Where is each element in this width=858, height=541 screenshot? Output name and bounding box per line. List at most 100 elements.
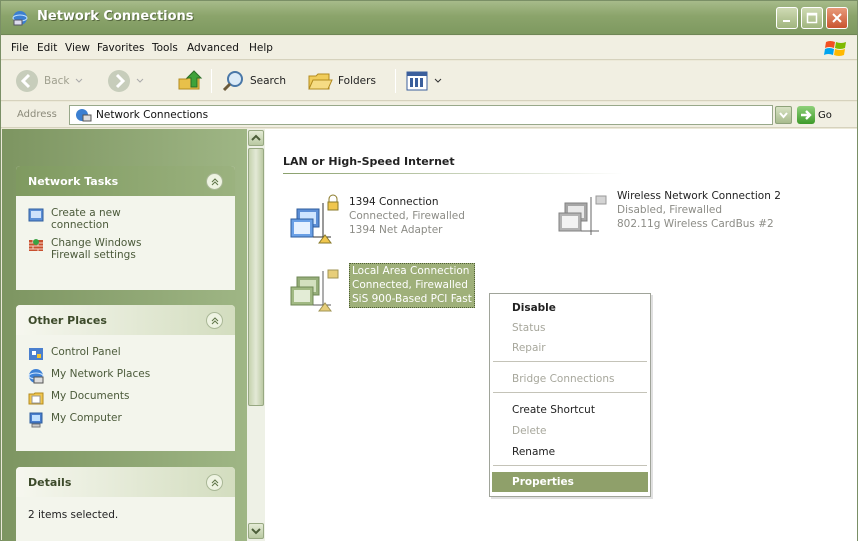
context-item-status[interactable]: Status — [492, 318, 648, 338]
folders-icon — [308, 73, 333, 90]
context-item-create-shortcut[interactable]: Create Shortcut — [492, 400, 648, 420]
firewall-icon — [29, 239, 43, 252]
panel-title: Other Places — [28, 314, 107, 327]
place-my-documents[interactable]: My Documents — [28, 390, 225, 406]
place-control-panel[interactable]: Control Panel — [28, 346, 225, 362]
menu-separator — [493, 465, 647, 466]
details-text: 2 items selected. — [28, 509, 119, 521]
menu-separator — [493, 361, 647, 362]
chevron-up-icon — [211, 317, 219, 325]
address-bar: Address Network Connections Go — [1, 102, 857, 128]
network-connections-window: Network Connections File Edit View Favor… — [0, 0, 858, 541]
windows-logo-icon — [824, 41, 846, 56]
other-places-panel: Other Places Control Panel My Network Pl… — [16, 305, 235, 451]
chevron-down-icon — [136, 78, 144, 83]
other-places-header[interactable]: Other Places — [16, 305, 235, 335]
context-item-delete[interactable]: Delete — [492, 421, 648, 441]
go-arrow-icon — [801, 110, 812, 120]
collapse-button[interactable] — [206, 312, 223, 329]
network-connection-icon — [290, 269, 339, 312]
window-title: Network Connections — [37, 9, 194, 24]
network-tasks-header[interactable]: Network Tasks — [16, 166, 235, 196]
context-item-properties[interactable]: Properties — [492, 472, 648, 492]
address-field[interactable]: Network Connections — [69, 105, 773, 125]
back-button[interactable]: Back — [15, 67, 83, 95]
menu-advanced[interactable]: Advanced — [187, 42, 239, 54]
scroll-thumb[interactable] — [248, 148, 264, 406]
task-create-connection[interactable]: Create a new connection — [28, 207, 225, 231]
maximize-button[interactable] — [801, 7, 823, 29]
context-item-disable[interactable]: Disable — [492, 298, 648, 318]
menu-tools[interactable]: Tools — [152, 42, 178, 54]
forward-button[interactable] — [107, 67, 144, 95]
minimize-button[interactable] — [776, 7, 798, 29]
maximize-icon — [806, 12, 818, 24]
menu-help[interactable]: Help — [249, 42, 273, 54]
my-computer-icon — [29, 412, 43, 428]
context-item-bridge-connections[interactable]: Bridge Connections — [492, 369, 648, 389]
chevron-down-icon — [251, 528, 261, 535]
chevron-up-icon — [211, 479, 219, 487]
forward-arrow-icon — [108, 70, 130, 92]
up-folder-button[interactable] — [177, 67, 203, 95]
new-connection-icon — [28, 208, 44, 222]
chevron-up-icon — [251, 134, 261, 141]
vertical-scrollbar[interactable] — [247, 129, 265, 541]
back-arrow-icon — [16, 70, 38, 92]
chevron-down-icon — [434, 78, 442, 83]
folders-button[interactable]: Folders — [307, 67, 376, 95]
views-icon — [406, 71, 428, 91]
task-change-firewall[interactable]: Change Windows Firewall settings — [28, 237, 225, 261]
chevron-down-icon — [75, 78, 82, 83]
task-label-line1: Change Windows — [51, 237, 142, 250]
scroll-up-button[interactable] — [248, 130, 264, 146]
title-bar[interactable]: Network Connections — [1, 1, 857, 35]
context-menu: Disable Status Repair Bridge Connections… — [489, 293, 651, 497]
chevron-down-icon — [779, 112, 788, 119]
network-tasks-panel: Network Tasks Create a new connection Cha… — [16, 166, 235, 290]
go-button[interactable]: Go — [797, 106, 832, 124]
address-value: Network Connections — [96, 109, 209, 121]
search-label: Search — [250, 75, 287, 87]
details-header[interactable]: Details — [16, 467, 235, 497]
place-my-network-places[interactable]: My Network Places — [28, 368, 225, 384]
place-label: Control Panel — [51, 346, 121, 358]
back-label: Back — [44, 75, 70, 87]
connection-status: Connected, Firewalled — [352, 279, 468, 292]
connection-device: 1394 Net Adapter — [349, 224, 443, 237]
address-dropdown-button[interactable] — [775, 106, 792, 124]
collapse-button[interactable] — [206, 173, 223, 190]
close-button[interactable] — [826, 7, 848, 29]
connection-device: 802.11g Wireless CardBus #2 — [617, 218, 774, 231]
menu-edit[interactable]: Edit — [37, 42, 57, 54]
context-item-repair[interactable]: Repair — [492, 338, 648, 358]
menu-view[interactable]: View — [65, 42, 90, 54]
network-connections-icon — [76, 109, 92, 122]
panel-title: Network Tasks — [28, 175, 119, 188]
place-label: My Computer — [51, 412, 122, 424]
network-connection-icon — [558, 195, 607, 235]
chevron-up-icon — [211, 178, 219, 186]
connection-status: Disabled, Firewalled — [617, 204, 723, 217]
go-label: Go — [818, 109, 832, 121]
folders-label: Folders — [338, 75, 376, 87]
menu-file[interactable]: File — [11, 42, 29, 54]
menu-favorites[interactable]: Favorites — [97, 42, 144, 54]
place-my-computer[interactable]: My Computer — [28, 412, 225, 428]
context-item-rename[interactable]: Rename — [492, 442, 648, 462]
collapse-button[interactable] — [206, 474, 223, 491]
task-label-line2: connection — [51, 219, 109, 232]
group-divider — [283, 173, 623, 174]
task-label-line1: Create a new — [51, 207, 121, 219]
up-folder-icon — [178, 70, 203, 90]
scroll-down-button[interactable] — [248, 523, 264, 539]
connection-name: Local Area Connection — [352, 265, 470, 277]
search-icon — [222, 71, 243, 92]
task-pane: Network Tasks Create a new connection Cha… — [2, 129, 247, 541]
views-button[interactable] — [405, 67, 442, 95]
search-button[interactable]: Search — [221, 67, 286, 95]
network-places-icon — [28, 369, 44, 384]
close-icon — [832, 13, 842, 23]
connection-name: 1394 Connection — [349, 196, 439, 208]
connection-status: Connected, Firewalled — [349, 210, 465, 223]
